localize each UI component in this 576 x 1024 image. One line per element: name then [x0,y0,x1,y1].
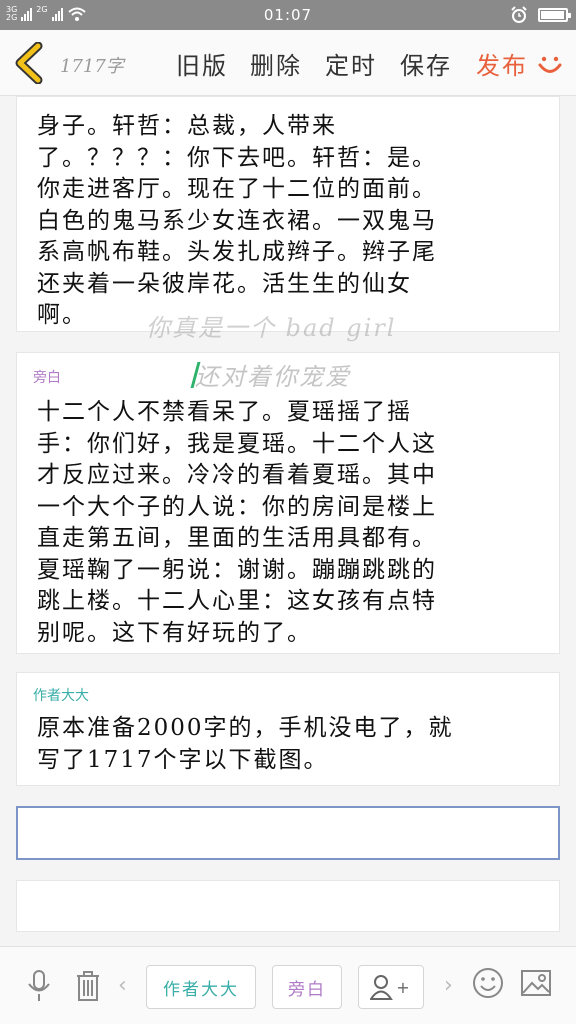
narration-label: 旁白 [33,370,61,386]
trash-icon[interactable] [74,969,102,1003]
editor-toolbar: 1717字 旧版 删除 定时 保存 发布 [0,30,576,96]
schedule-button[interactable]: 定时 [325,46,377,81]
publish-button[interactable]: 发布 [476,46,528,81]
add-user-icon [370,975,394,1000]
story-card-narration-text: 十二个人不禁看呆了。夏瑶摇了摇 手：你们好，我是夏瑶。十二个人这 才反应过来。冷… [37,399,437,646]
clock: 01:07 [263,6,313,24]
add-character-chip[interactable]: + [358,965,424,1009]
story-card-1[interactable]: 身子。轩哲：总裁，人带来 了。？？？：你下去吧。轩哲：是。 你走进客厅。现在了十… [16,96,560,332]
chevron-right-icon[interactable]: › [444,973,453,998]
watermark-line-1: 你真是一个 bad girl [146,314,397,342]
chevron-left-icon[interactable]: ‹ [118,973,127,998]
narration-role-chip[interactable]: 旁白 [272,965,342,1009]
old-version-button[interactable]: 旧版 [176,46,228,81]
bottom-toolbar: ‹ 作者大大 旁白 + › [0,946,576,1024]
story-card-author-text: 原本准备2000字的，手机没电了，就 写了1717个字以下截图。 [37,715,454,773]
story-card-author[interactable]: 作者大大 原本准备2000字的，手机没电了，就 写了1717个字以下截图。 [16,672,560,786]
status-bar: 3G 2G 2G 01:07 [0,0,576,30]
text-input-box[interactable] [16,806,560,860]
add-symbol: + [396,977,412,997]
back-arrow-icon[interactable] [10,42,50,84]
watermark-line-2: 还对着你宠爱 [195,363,351,391]
battery-icon [538,8,571,22]
delete-button[interactable]: 删除 [250,46,302,81]
microphone-icon[interactable] [26,969,52,1003]
author-label: 作者大大 [33,688,89,704]
empty-card[interactable] [16,880,560,932]
emoji-icon[interactable] [472,967,504,999]
save-button[interactable]: 保存 [400,46,452,81]
alarm-icon [511,6,527,23]
image-icon[interactable] [520,969,552,997]
status-right [510,6,571,24]
word-count: 1717字 [60,56,124,77]
smile-icon[interactable] [536,50,564,78]
story-card-narration[interactable]: 旁白 十二个人不禁看呆了。夏瑶摇了摇 手：你们好，我是夏瑶。十二个人这 才反应过… [16,352,560,654]
author-role-chip[interactable]: 作者大大 [146,965,256,1009]
story-card-1-text: 身子。轩哲：总裁，人带来 了。？？？：你下去吧。轩哲：是。 你走进客厅。现在了十… [37,113,437,328]
